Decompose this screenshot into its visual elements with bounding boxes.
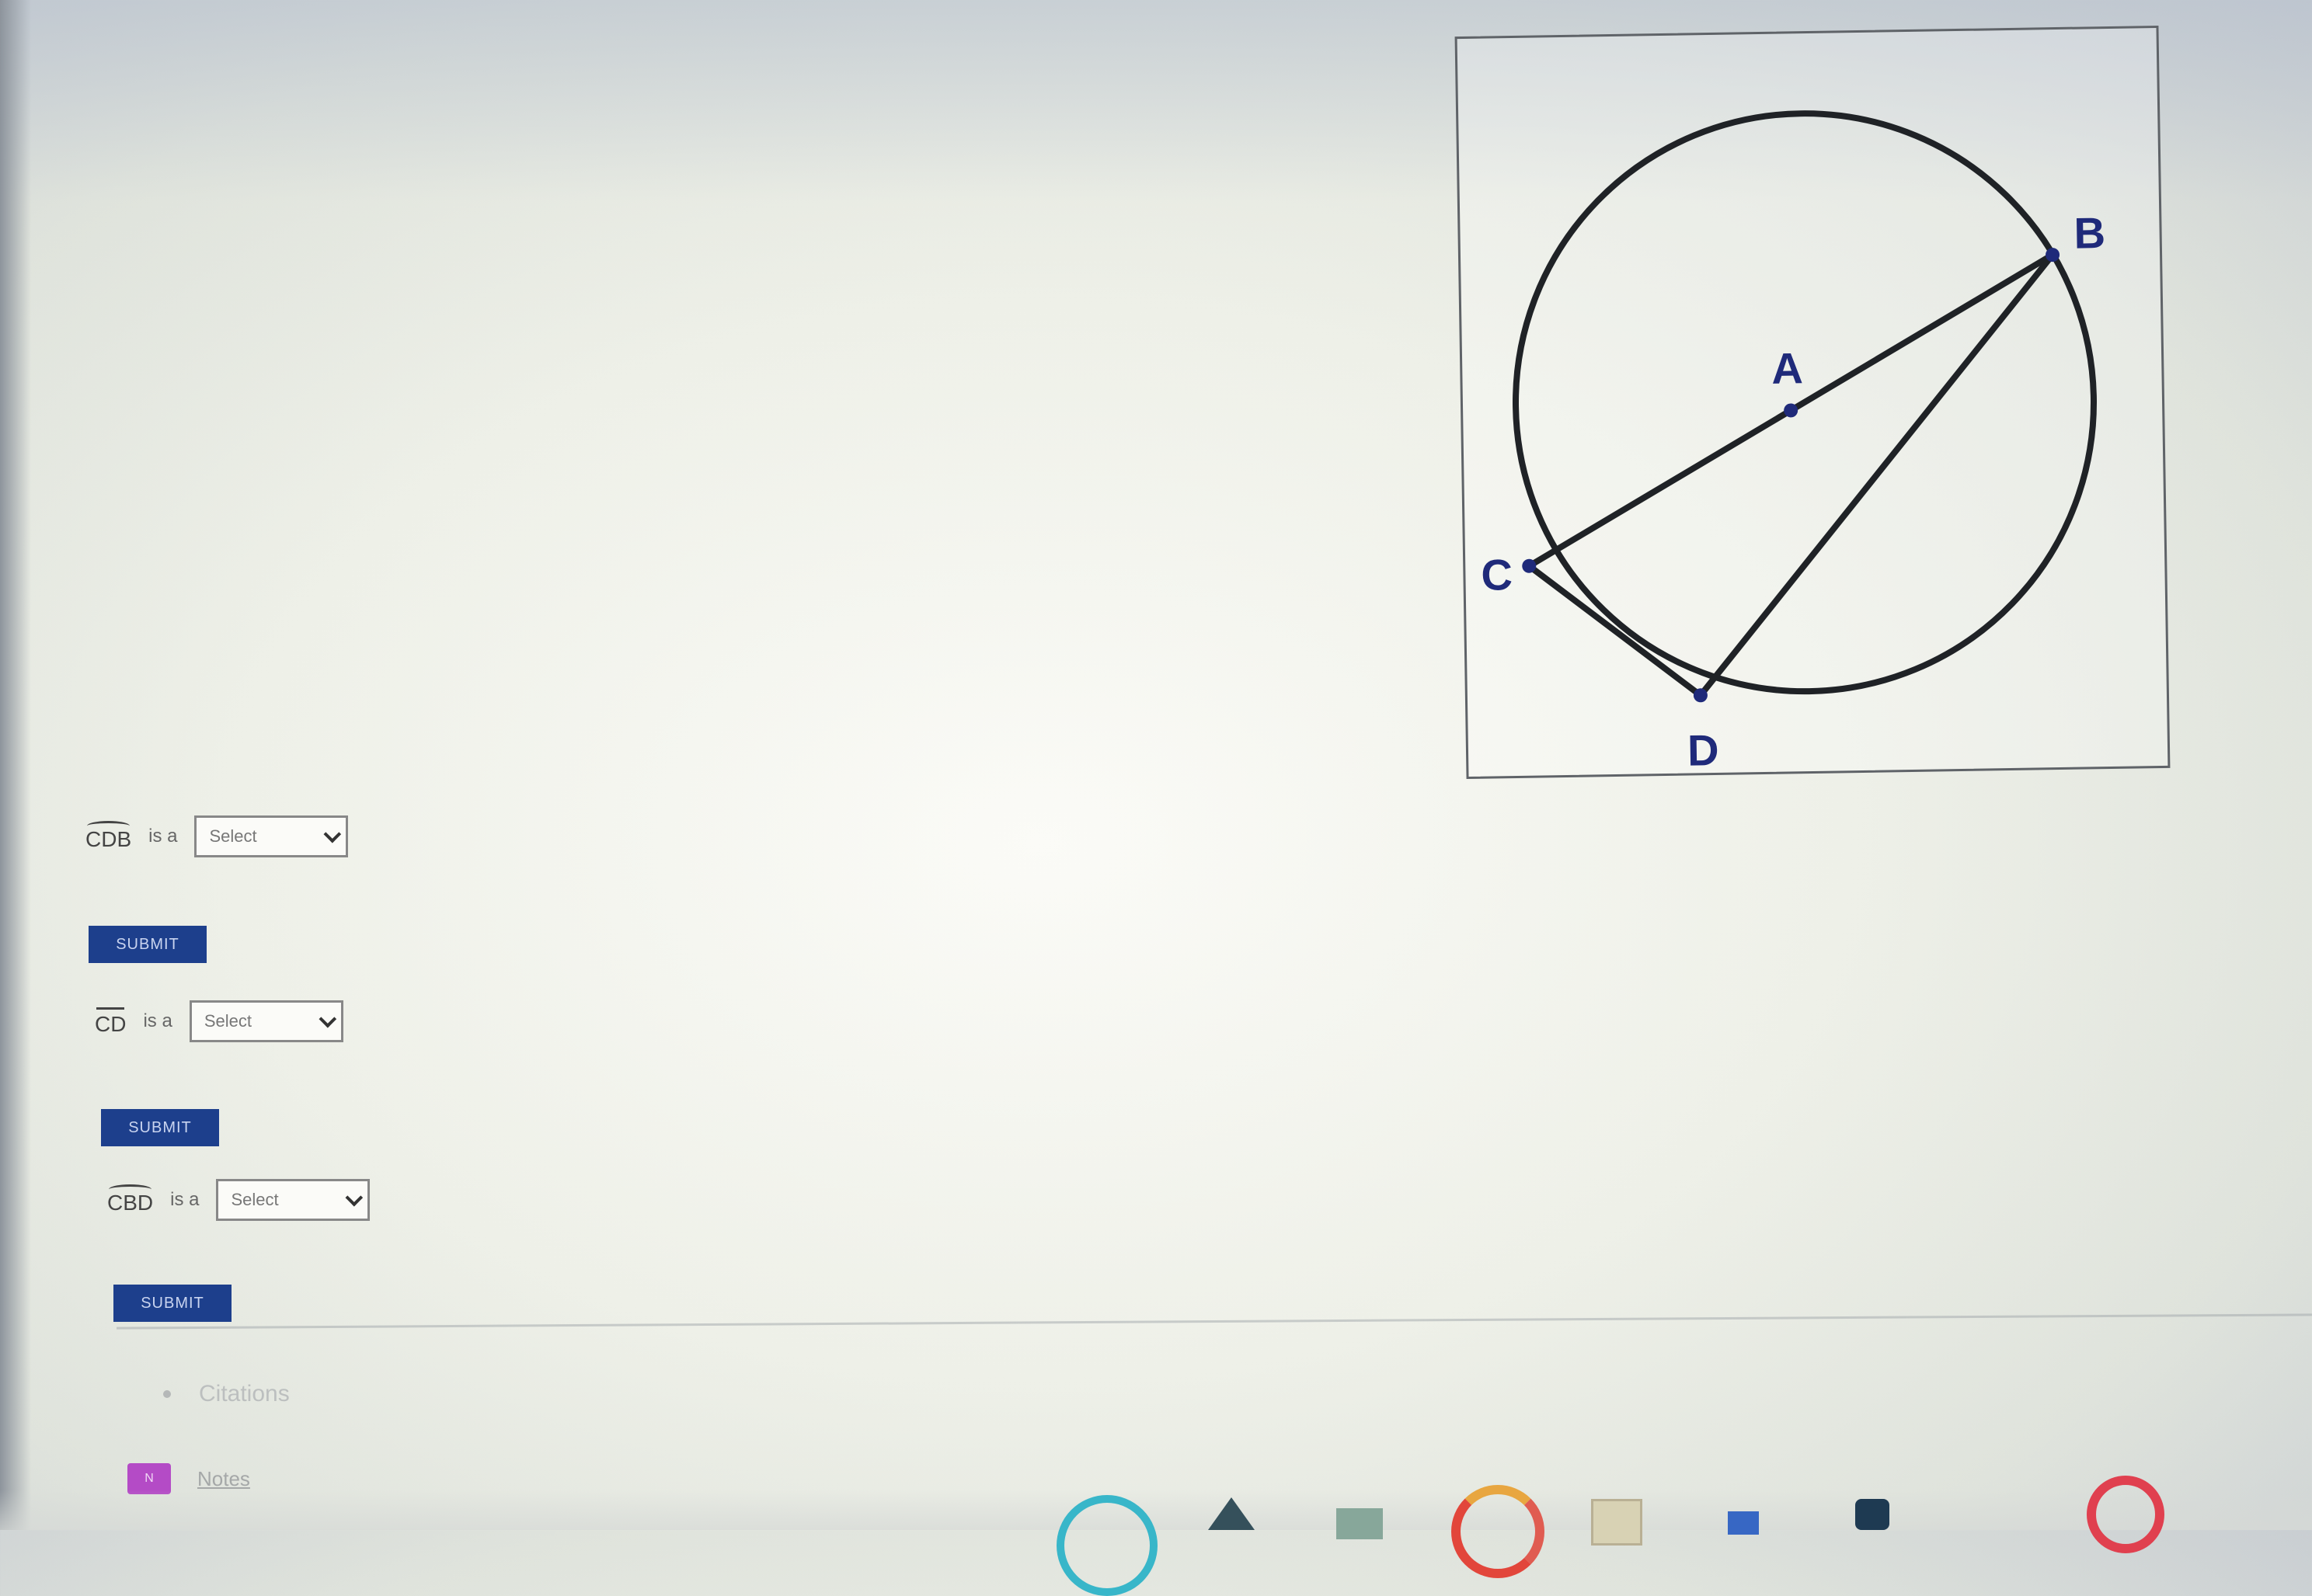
point-b-label: B xyxy=(2073,208,2105,258)
select-value: Select xyxy=(204,1011,252,1031)
question-connector: is a xyxy=(170,1189,200,1210)
segment-cd-select[interactable]: Select xyxy=(189,1000,343,1042)
book-icon[interactable] xyxy=(1591,1499,1642,1546)
bullet-icon xyxy=(163,1390,171,1398)
section-divider xyxy=(117,1313,2312,1330)
arc-cdb-term: CDB xyxy=(85,821,131,852)
question-row: CD is a Select xyxy=(95,1000,343,1042)
question-connector: is a xyxy=(143,1010,172,1031)
chrome-icon[interactable] xyxy=(1451,1485,1544,1578)
point-d-label: D xyxy=(1687,725,1719,775)
taskbar xyxy=(0,1490,2312,1530)
submit-button[interactable]: SUBMIT xyxy=(89,926,207,963)
lock-icon[interactable] xyxy=(1855,1499,1889,1530)
arc-cbd-select[interactable]: Select xyxy=(216,1179,371,1221)
green-app-icon[interactable] xyxy=(1336,1508,1383,1539)
circle-diagram: A B C D xyxy=(1454,25,2171,780)
circle-diagram-svg: A B C D xyxy=(1481,110,2106,775)
arc-cdb-select[interactable]: Select xyxy=(194,815,349,857)
arc-cbd-term: CBD xyxy=(107,1184,153,1215)
submit-button[interactable]: SUBMIT xyxy=(101,1109,219,1146)
footer-link-label: Notes xyxy=(197,1466,250,1490)
submit-button[interactable]: SUBMIT xyxy=(113,1285,232,1322)
screen-edge xyxy=(0,0,31,1530)
point-c-label: C xyxy=(1481,550,1513,600)
cyan-app-icon[interactable] xyxy=(1057,1495,1158,1596)
chevron-down-icon xyxy=(323,825,342,843)
question-row: CDB is a Select xyxy=(85,815,349,857)
select-value: Select xyxy=(231,1190,279,1209)
point-a-label: A xyxy=(1771,343,1803,393)
list-item-label: Citations xyxy=(199,1381,290,1406)
segment-cd-term: CD xyxy=(95,1006,126,1037)
list-item[interactable]: Citations xyxy=(163,1381,290,1407)
red-app-icon[interactable] xyxy=(2087,1476,2164,1553)
dark-app-icon[interactable] xyxy=(1208,1497,1255,1530)
chevron-down-icon xyxy=(319,1010,336,1028)
chord-cd xyxy=(1527,563,1703,698)
chord-db xyxy=(1697,252,2056,697)
chevron-down-icon xyxy=(345,1188,364,1207)
blue-app-icon[interactable] xyxy=(1728,1511,1759,1535)
select-value: Select xyxy=(209,826,257,846)
question-row: CBD is a Select xyxy=(107,1179,371,1221)
question-connector: is a xyxy=(148,826,178,847)
